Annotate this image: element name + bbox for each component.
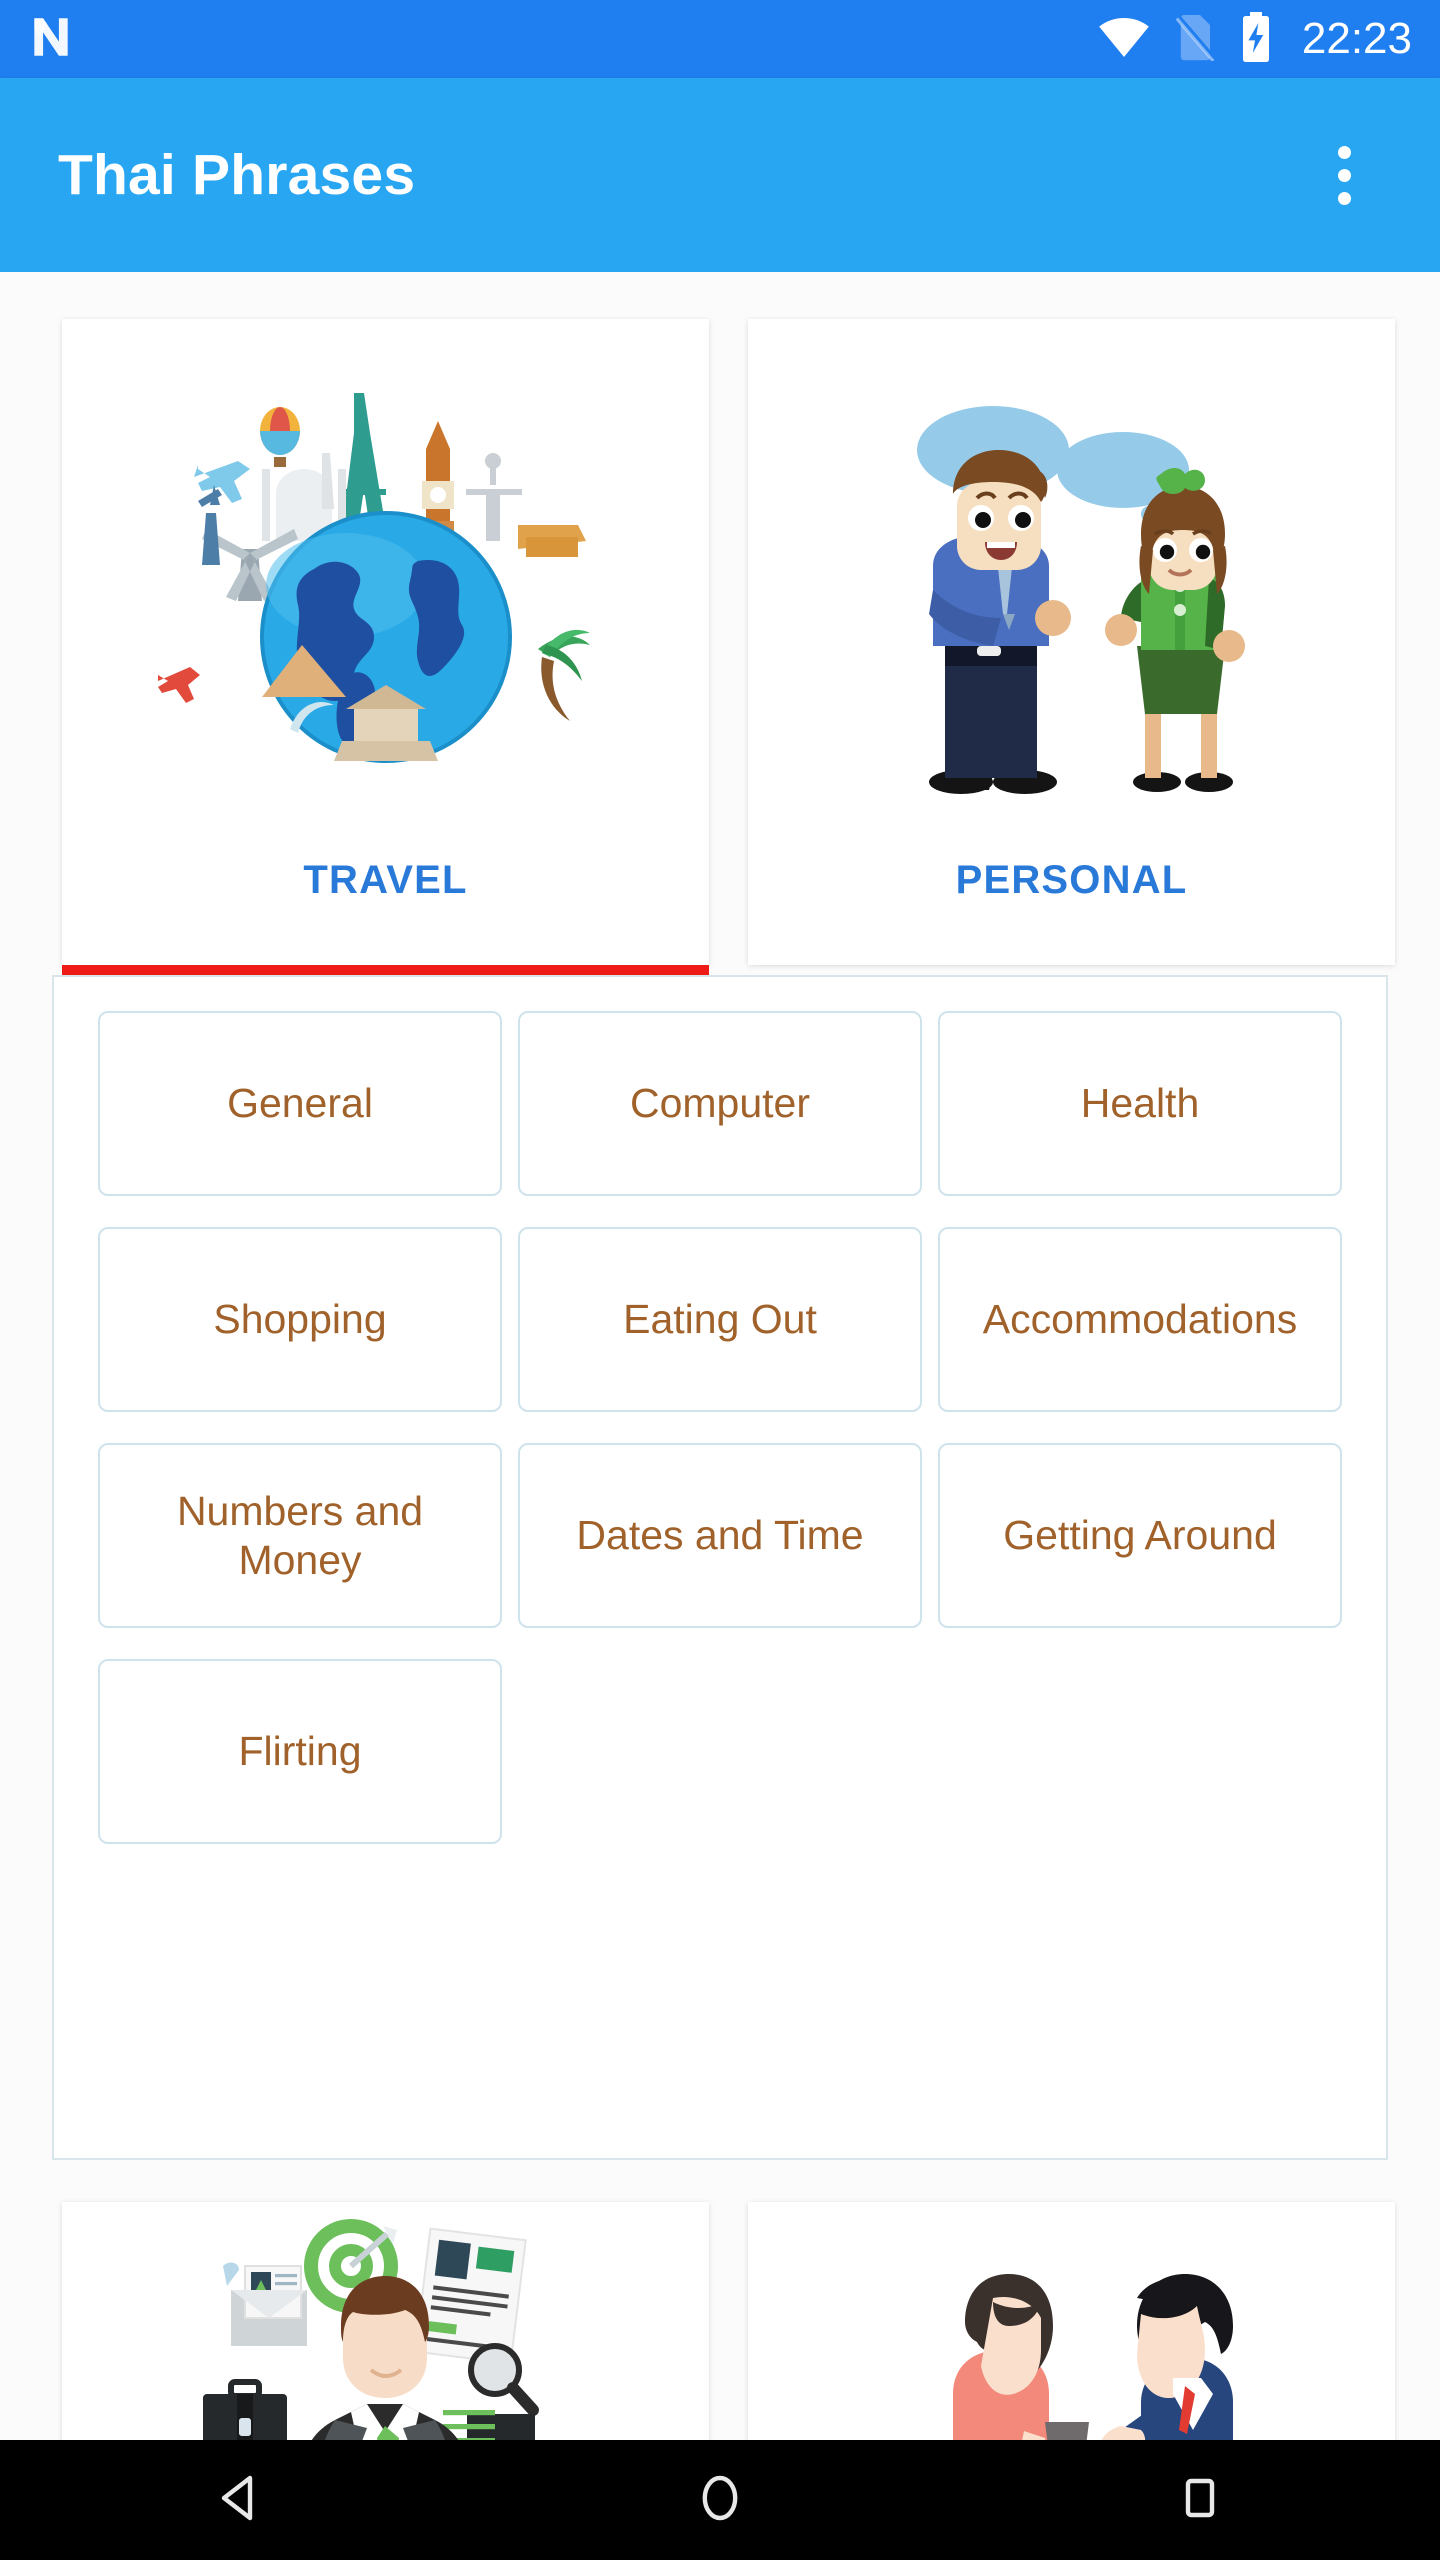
category-tile-numbers-and-money[interactable]: Numbers and Money [98,1443,502,1628]
android-n-logo-icon [26,12,76,67]
app-root: 22:23 Thai Phrases TRAVEL PERSONAL Gener… [0,0,1440,2560]
tab-travel-label: TRAVEL [303,858,468,902]
category-tile-computer[interactable]: Computer [518,1011,922,1196]
tab-travel[interactable]: TRAVEL [62,319,709,965]
tab-personal[interactable]: PERSONAL [748,319,1395,965]
two-people-talking-illustration-icon [748,319,1395,858]
category-label: Accommodations [982,1296,1298,1343]
category-tile-shopping[interactable]: Shopping [98,1227,502,1412]
category-grid: General Computer Health Shopping Eating … [54,1011,1386,1844]
category-panel: General Computer Health Shopping Eating … [52,975,1388,2160]
category-tile-dates-and-time[interactable]: Dates and Time [518,1443,922,1628]
category-label: Flirting [238,1728,362,1775]
category-label: Health [1080,1080,1200,1127]
category-label: Numbers and Money [176,1488,424,1583]
bottom-card-row [0,2202,1440,2502]
category-tile-health[interactable]: Health [938,1011,1342,1196]
status-bar-left [26,12,76,67]
category-label: Dates and Time [576,1512,864,1559]
category-label: General [227,1080,373,1127]
back-triangle-icon [214,2472,266,2529]
app-bar: Thai Phrases [0,78,1440,272]
category-tab-row: TRAVEL PERSONAL [0,319,1440,979]
category-tile-getting-around[interactable]: Getting Around [938,1443,1342,1628]
category-label: Shopping [213,1296,387,1343]
overflow-dot [1337,191,1351,205]
recents-square-icon [1174,2472,1226,2529]
nav-home-button[interactable] [640,2440,800,2560]
status-bar: 22:23 [0,0,1440,78]
overflow-dot [1337,168,1351,182]
category-tile-flirting[interactable]: Flirting [98,1659,502,1844]
status-bar-clock: 22:23 [1301,14,1412,63]
no-sim-icon [1172,13,1216,66]
category-label: Eating Out [623,1296,817,1343]
nav-recents-button[interactable] [1120,2440,1280,2560]
nav-back-button[interactable] [160,2440,320,2560]
category-tile-general[interactable]: General [98,1011,502,1196]
category-tile-eating-out[interactable]: Eating Out [518,1227,922,1412]
tab-personal-label: PERSONAL [955,858,1188,902]
status-bar-right: 22:23 [1098,11,1412,67]
overflow-menu-icon[interactable] [1296,127,1392,223]
globe-landmarks-illustration-icon [62,319,709,858]
page-title: Thai Phrases [58,142,416,207]
category-label: Getting Around [1003,1512,1277,1559]
android-navigation-bar [0,2440,1440,2560]
category-tile-accommodations[interactable]: Accommodations [938,1227,1342,1412]
main-content: TRAVEL PERSONAL General Computer Health … [0,272,1440,2502]
wifi-icon [1098,16,1150,63]
battery-charging-icon [1238,11,1274,67]
home-circle-icon [694,2472,746,2529]
overflow-dot [1337,145,1351,159]
category-label: Computer [629,1080,810,1127]
